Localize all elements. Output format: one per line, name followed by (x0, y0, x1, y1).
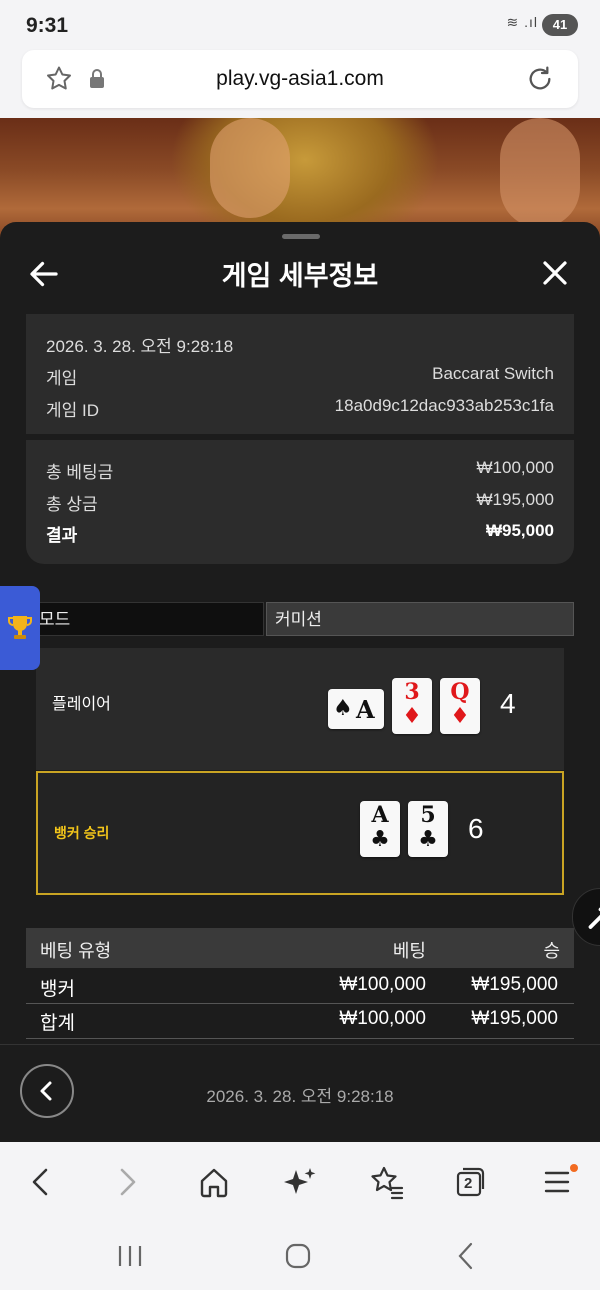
bet-type-cell: 합계 (40, 1013, 75, 1034)
game-info-card: 2026. 3. 28. 오전 9:28:18 게임 Baccarat Swit… (26, 314, 574, 434)
banker-hand: 뱅커 승리 A ♣ 5 ♣ 6 (36, 771, 564, 895)
home-icon[interactable] (192, 1160, 236, 1204)
battery-indicator: 41 (542, 14, 578, 36)
reload-icon[interactable] (524, 63, 556, 95)
clock: 9:31 (26, 14, 69, 37)
drag-handle[interactable] (282, 234, 320, 239)
ai-sparkle-icon[interactable] (278, 1160, 322, 1204)
bet-amount-cell: ₩100,000 (339, 1008, 426, 1029)
player-card-3: Q ♦ (440, 678, 480, 734)
player-card-1: ♠ A (328, 689, 384, 729)
trophy-tab-button[interactable] (0, 586, 40, 670)
bookmarks-icon[interactable] (364, 1160, 408, 1204)
home-button-icon[interactable] (278, 1236, 318, 1276)
total-prize-label: 총 상금 (46, 495, 98, 514)
address-bar[interactable]: play.vg-asia1.com (22, 50, 578, 108)
player-card-1-rank: A (356, 695, 375, 724)
win-cell: ₩195,000 (471, 974, 558, 995)
win-header: 승 (543, 941, 560, 961)
sheet-title: 게임 세부정보 (221, 261, 379, 291)
player-score: 4 (500, 688, 516, 719)
total-prize-value: ₩195,000 (476, 490, 555, 509)
bet-amount-cell: ₩100,000 (339, 974, 426, 995)
total-bet-label: 총 베팅금 (46, 463, 114, 482)
player-card-2-suit: ♦ (402, 703, 422, 729)
player-card-3-suit: ♦ (450, 703, 470, 729)
tabs-icon[interactable]: 2 (448, 1160, 492, 1204)
banker-card-1-suit: ♣ (370, 826, 390, 852)
banker-card-1-rank: A (371, 802, 389, 828)
back-icon[interactable] (18, 1160, 62, 1204)
game-value: Baccarat Switch (432, 364, 554, 383)
banker-result-label: 뱅커 승리 (54, 825, 110, 841)
bet-type-cell: 뱅커 (40, 979, 75, 1000)
bet-type-header: 베팅 유형 (40, 941, 112, 961)
game-date: 2026. 3. 28. 오전 9:28:18 (46, 337, 234, 356)
trophy-icon (8, 614, 32, 642)
bet-amount-header: 베팅 (392, 941, 426, 961)
game-label: 게임 (46, 369, 78, 388)
banker-card-2-suit: ♣ (418, 826, 438, 852)
system-back-icon[interactable] (446, 1236, 486, 1276)
result-value: ₩95,000 (485, 521, 554, 540)
footer-date: 2026. 3. 28. 오전 9:28:18 (206, 1087, 394, 1106)
signal-icon: ≋ .ıl (506, 14, 538, 30)
player-card-1-suit: ♠ (333, 695, 353, 721)
menu-icon[interactable] (536, 1160, 580, 1204)
banker-card-2-rank: 5 (420, 802, 436, 828)
tabs-count: 2 (464, 1175, 473, 1192)
system-navigation-bar (0, 1222, 600, 1290)
tab-mode[interactable]: 모드 (30, 602, 264, 636)
bet-table-header: 베팅 유형 베팅 승 (26, 928, 574, 968)
total-bet-value: ₩100,000 (476, 458, 555, 477)
totals-card: 총 베팅금 ₩100,000 총 상금 ₩195,000 결과 ₩95,000 (26, 440, 574, 564)
table-row: 뱅커 ₩100,000 ₩195,000 (26, 970, 574, 1002)
player-card-2: 3 ♦ (392, 678, 432, 734)
result-label: 결과 (46, 526, 78, 545)
tab-commission[interactable]: 커미션 (266, 602, 574, 636)
forward-icon[interactable] (106, 1160, 150, 1204)
game-id-value: 18a0d9c12dac933ab253c1fa (334, 396, 554, 415)
status-bar: 9:31 ≋ .ıl 41 (0, 0, 600, 50)
player-hand: 플레이어 ♠ A 3 ♦ Q ♦ 4 (36, 648, 564, 770)
details-scroll-area[interactable]: 2026. 3. 28. 오전 9:28:18 게임 Baccarat Swit… (0, 314, 600, 1044)
game-details-sheet: 게임 세부정보 2026. 3. 28. 오전 9:28:18 게임 Bacca… (0, 222, 600, 1142)
banker-score: 6 (468, 813, 484, 844)
win-cell: ₩195,000 (471, 1008, 558, 1029)
url-text[interactable]: play.vg-asia1.com (22, 67, 578, 91)
banker-card-2: 5 ♣ (408, 801, 448, 857)
player-card-3-rank: Q (450, 679, 470, 705)
banker-card-1: A ♣ (360, 801, 400, 857)
table-row: 합계 ₩100,000 ₩195,000 (26, 1004, 574, 1036)
player-card-2-rank: 3 (404, 679, 420, 705)
recent-apps-icon[interactable] (110, 1236, 150, 1276)
game-id-label: 게임 ID (46, 401, 100, 420)
close-icon[interactable] (540, 258, 570, 288)
footer-divider (0, 1044, 600, 1045)
table-divider (26, 1038, 574, 1039)
browser-toolbar: 2 (0, 1142, 600, 1222)
player-label: 플레이어 (52, 696, 111, 713)
